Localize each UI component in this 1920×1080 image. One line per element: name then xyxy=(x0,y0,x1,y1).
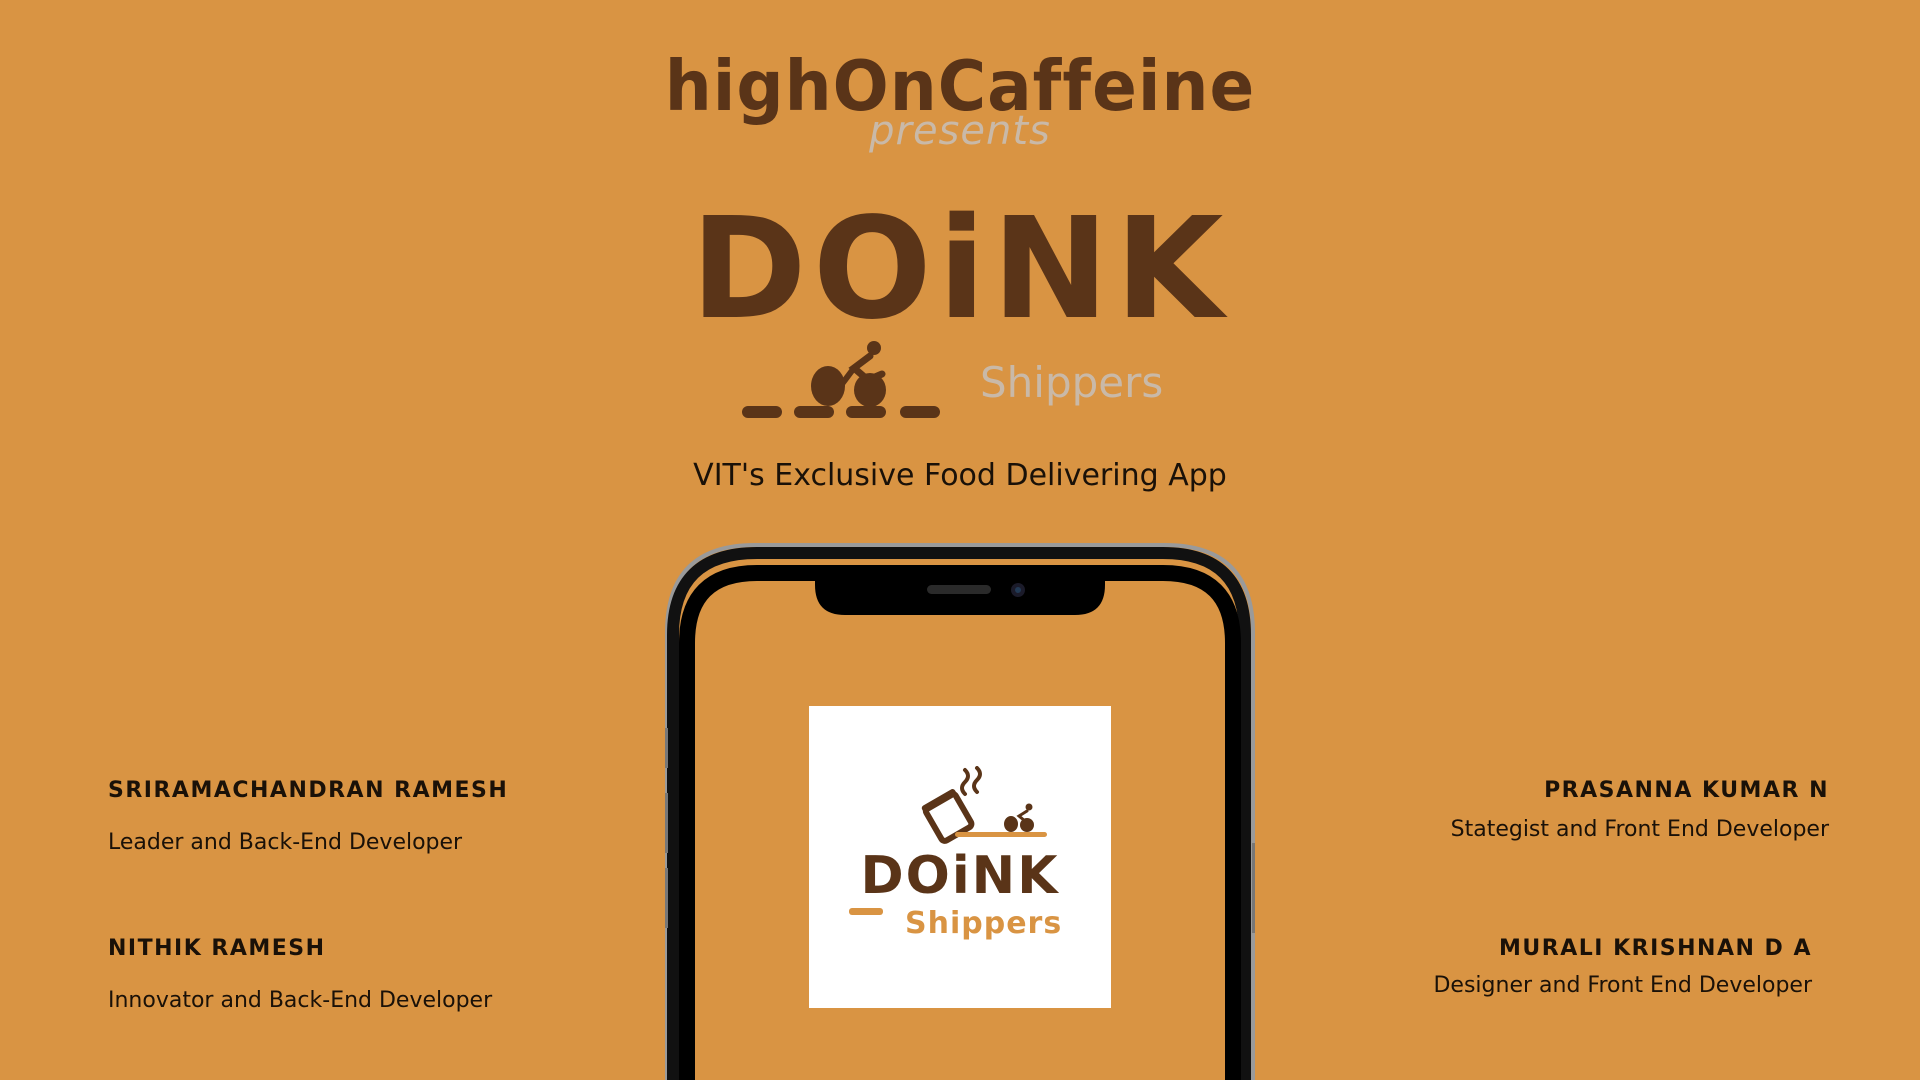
logo-subtitle: Shippers xyxy=(905,906,1063,941)
presents-label: presents xyxy=(869,108,1051,154)
member-name: MURALI KRISHNAN D A xyxy=(1499,936,1812,961)
logo-title: DOiNK xyxy=(860,846,1060,906)
member-name: PRASANNA KUMAR N xyxy=(1544,778,1829,803)
coffee-cup-icon xyxy=(921,766,1047,844)
cyclist-icon xyxy=(742,341,940,418)
member-name: SRIRAMACHANDRAN RAMESH xyxy=(108,778,509,803)
member-role: Designer and Front End Developer xyxy=(1433,973,1812,998)
member-role: Stategist and Front End Developer xyxy=(1450,817,1829,842)
logo-dash xyxy=(849,908,883,915)
product-title: DOiNK xyxy=(690,188,1230,351)
member-name: NITHIK RAMESH xyxy=(108,936,326,961)
member-role: Leader and Back-End Developer xyxy=(108,830,463,855)
app-logo-card: DOiNK Shippers xyxy=(809,706,1111,1008)
tagline: VIT's Exclusive Food Delivering App xyxy=(693,458,1227,493)
member-role: Innovator and Back-End Developer xyxy=(108,988,493,1013)
product-subtitle: Shippers xyxy=(980,358,1164,407)
